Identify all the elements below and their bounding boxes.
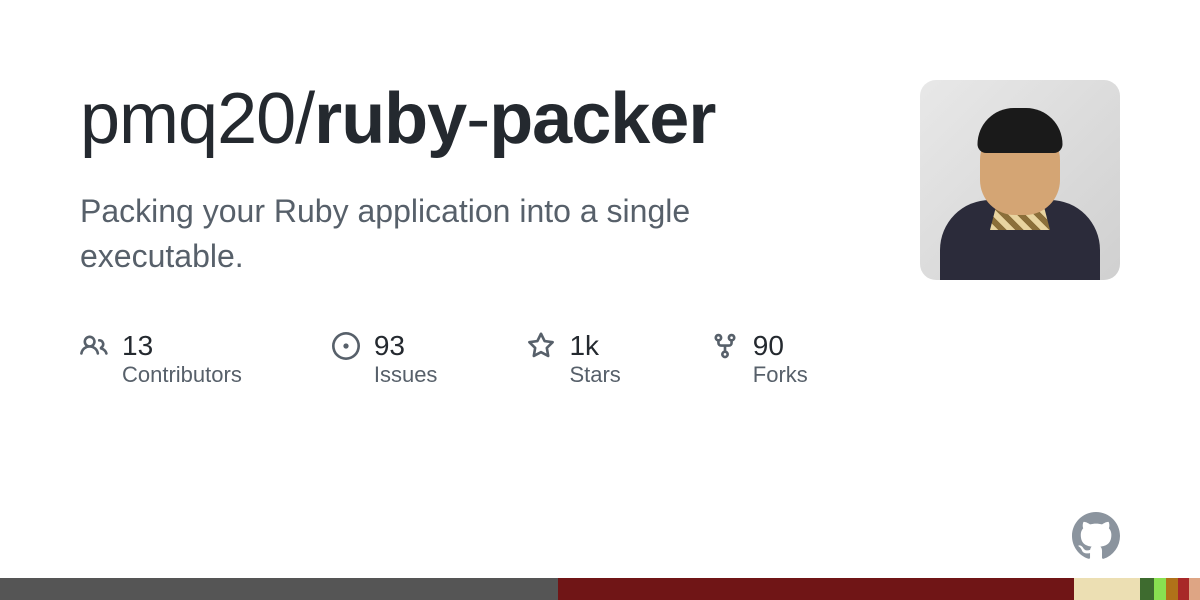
stars-value: 1k xyxy=(569,329,620,363)
language-segment xyxy=(1140,578,1154,600)
repo-title: pmq20/ruby-packer xyxy=(80,80,840,159)
language-segment xyxy=(1189,578,1200,600)
language-segment xyxy=(1154,578,1166,600)
repo-name-part2[interactable]: packer xyxy=(489,79,715,159)
language-bar xyxy=(0,578,1200,600)
stars-stat[interactable]: 1k Stars xyxy=(527,329,620,389)
avatar[interactable] xyxy=(920,80,1120,280)
people-icon xyxy=(80,332,108,360)
forks-value: 90 xyxy=(753,329,808,363)
github-logo-icon[interactable] xyxy=(1072,512,1120,560)
issues-value: 93 xyxy=(374,329,438,363)
stars-label: Stars xyxy=(569,362,620,388)
contributors-stat[interactable]: 13 Contributors xyxy=(80,329,242,389)
contributors-label: Contributors xyxy=(122,362,242,388)
repo-owner[interactable]: pmq20 xyxy=(80,79,295,159)
contributors-value: 13 xyxy=(122,329,242,363)
repo-name-part1[interactable]: ruby xyxy=(314,79,466,159)
star-icon xyxy=(527,332,555,360)
language-segment xyxy=(1074,578,1140,600)
language-segment xyxy=(1178,578,1189,600)
language-segment xyxy=(0,578,558,600)
language-segment xyxy=(558,578,1074,600)
fork-icon xyxy=(711,332,739,360)
language-segment xyxy=(1166,578,1178,600)
repo-description: Packing your Ruby application into a sin… xyxy=(80,189,840,279)
stats-row: 13 Contributors 93 Issues 1k xyxy=(80,329,840,389)
repo-name-hyphen: - xyxy=(466,79,489,159)
issue-icon xyxy=(332,332,360,360)
forks-stat[interactable]: 90 Forks xyxy=(711,329,808,389)
issues-stat[interactable]: 93 Issues xyxy=(332,329,438,389)
repo-separator: / xyxy=(295,79,314,159)
issues-label: Issues xyxy=(374,362,438,388)
forks-label: Forks xyxy=(753,362,808,388)
